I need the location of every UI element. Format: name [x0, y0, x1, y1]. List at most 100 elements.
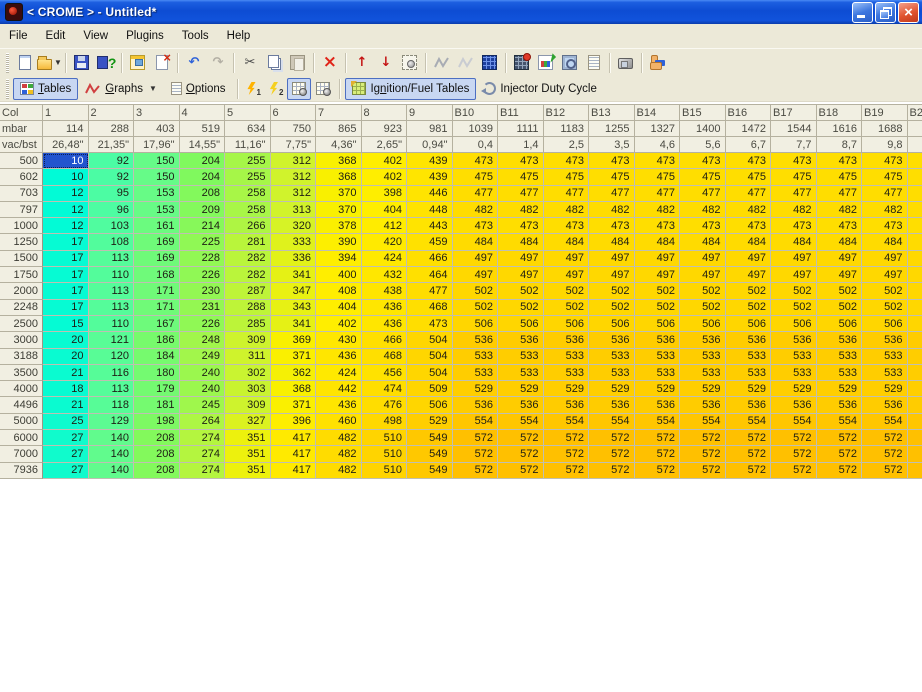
table-cell[interactable]: 482 — [316, 463, 362, 479]
table-cell[interactable]: 266 — [225, 218, 271, 234]
table-cell[interactable]: 529 — [498, 381, 544, 397]
table-cell[interactable]: 529 — [544, 381, 590, 397]
rpm-row-header[interactable]: 5000 — [0, 414, 43, 430]
table-cell[interactable]: 554 — [589, 414, 635, 430]
table-cell[interactable]: 497 — [498, 251, 544, 267]
table-cell[interactable]: 468 — [362, 349, 408, 365]
table-cell[interactable]: 274 — [180, 430, 226, 446]
table-cell[interactable]: 150 — [134, 169, 180, 185]
table-cell[interactable]: 477 — [817, 186, 863, 202]
table-cell[interactable]: 473 — [862, 218, 908, 234]
rpm-row-header[interactable]: 797 — [0, 202, 43, 218]
table-cell[interactable]: 572 — [726, 430, 772, 446]
table-cell[interactable]: 533 — [908, 349, 922, 365]
table-cell[interactable]: 230 — [180, 283, 226, 299]
rpm-row-header[interactable]: 2500 — [0, 316, 43, 332]
table-cell[interactable]: 572 — [635, 446, 681, 462]
table-cell[interactable]: 572 — [544, 430, 590, 446]
table-cell[interactable]: 529 — [817, 381, 863, 397]
table-cell[interactable]: 482 — [453, 202, 499, 218]
table-cell[interactable]: 443 — [407, 218, 453, 234]
table-cell[interactable]: 549 — [407, 463, 453, 479]
table-cell[interactable]: 476 — [362, 397, 408, 413]
table-cell[interactable]: 502 — [726, 283, 772, 299]
col-header[interactable]: 6 — [271, 105, 317, 121]
table-cell[interactable]: 226 — [180, 267, 226, 283]
table-cell[interactable]: 502 — [635, 283, 681, 299]
table-cell[interactable]: 473 — [862, 153, 908, 169]
table-cell[interactable]: 572 — [908, 430, 922, 446]
table-cell[interactable]: 572 — [589, 446, 635, 462]
table-cell[interactable]: 473 — [635, 218, 681, 234]
table-cell[interactable]: 439 — [407, 169, 453, 185]
vacbst-value[interactable]: 9,8 — [862, 137, 908, 153]
table-cell[interactable]: 140 — [89, 463, 135, 479]
mbar-value[interactable]: 750 — [271, 121, 317, 137]
table-cell[interactable]: 554 — [908, 414, 922, 430]
table-cell[interactable]: 572 — [726, 463, 772, 479]
table-cell[interactable]: 572 — [635, 463, 681, 479]
table-cell[interactable]: 402 — [316, 316, 362, 332]
graphs-button[interactable]: Graphs ▼ — [78, 78, 164, 100]
line-graph-button[interactable] — [430, 51, 454, 74]
rpm-row-header[interactable]: 1250 — [0, 234, 43, 250]
table-cell[interactable]: 497 — [453, 251, 499, 267]
table-cell[interactable]: 184 — [134, 349, 180, 365]
table-cell[interactable]: 536 — [498, 332, 544, 348]
table-cell[interactable]: 412 — [362, 218, 408, 234]
table-cell[interactable]: 18 — [43, 381, 89, 397]
table-cell[interactable]: 536 — [817, 397, 863, 413]
table-cell[interactable]: 370 — [316, 186, 362, 202]
table-cell[interactable]: 209 — [180, 202, 226, 218]
table-cell[interactable]: 475 — [862, 169, 908, 185]
table-cell[interactable]: 477 — [771, 186, 817, 202]
rpm-row-header[interactable]: 4496 — [0, 397, 43, 413]
table-cell[interactable]: 529 — [635, 381, 681, 397]
table-cell[interactable]: 482 — [498, 202, 544, 218]
table-cell[interactable]: 572 — [498, 430, 544, 446]
col-header[interactable]: B12 — [544, 105, 590, 121]
table-cell[interactable]: 506 — [817, 316, 863, 332]
table-cell[interactable]: 510 — [362, 463, 408, 479]
mbar-value[interactable]: 1255 — [589, 121, 635, 137]
table-cell[interactable]: 129 — [89, 414, 135, 430]
rpm-row-header[interactable]: 1500 — [0, 251, 43, 267]
mbar-value[interactable]: 1111 — [498, 121, 544, 137]
table-cell[interactable]: 572 — [817, 446, 863, 462]
table-cell[interactable]: 536 — [908, 332, 922, 348]
table-cell[interactable]: 473 — [635, 153, 681, 169]
table-cell[interactable]: 258 — [225, 202, 271, 218]
table-cell[interactable]: 477 — [453, 186, 499, 202]
rpm-row-header[interactable]: 3000 — [0, 332, 43, 348]
vacbst-value[interactable]: 11,2 — [908, 137, 922, 153]
table-cell[interactable]: 504 — [407, 332, 453, 348]
mbar-value[interactable]: 923 — [362, 121, 408, 137]
chip-button[interactable] — [614, 51, 638, 74]
table-cell[interactable]: 502 — [771, 283, 817, 299]
table-cell[interactable]: 504 — [407, 349, 453, 365]
table-cell[interactable]: 484 — [453, 234, 499, 250]
table-cell[interactable]: 506 — [726, 316, 772, 332]
mbar-value[interactable]: 1183 — [544, 121, 590, 137]
table-cell[interactable]: 438 — [362, 283, 408, 299]
table-cell[interactable]: 504 — [407, 365, 453, 381]
table-cell[interactable]: 533 — [862, 365, 908, 381]
table-cell[interactable]: 180 — [134, 365, 180, 381]
table-cell[interactable]: 554 — [453, 414, 499, 430]
table-cell[interactable]: 95 — [89, 186, 135, 202]
table-cell[interactable]: 572 — [680, 463, 726, 479]
table-cell[interactable]: 572 — [544, 463, 590, 479]
table-cell[interactable]: 477 — [680, 186, 726, 202]
table-cell[interactable]: 502 — [771, 300, 817, 316]
col-header[interactable]: B11 — [498, 105, 544, 121]
table-cell[interactable]: 17 — [43, 283, 89, 299]
col-header[interactable]: B10 — [453, 105, 499, 121]
table-cell[interactable]: 572 — [908, 463, 922, 479]
table-cell[interactable]: 417 — [271, 430, 317, 446]
table-cell[interactable]: 572 — [453, 463, 499, 479]
table-cell[interactable]: 572 — [680, 430, 726, 446]
table-cell[interactable]: 533 — [726, 349, 772, 365]
hand-pointer-button[interactable] — [646, 51, 670, 74]
table-cell[interactable]: 370 — [316, 202, 362, 218]
table-cell[interactable]: 167 — [134, 316, 180, 332]
